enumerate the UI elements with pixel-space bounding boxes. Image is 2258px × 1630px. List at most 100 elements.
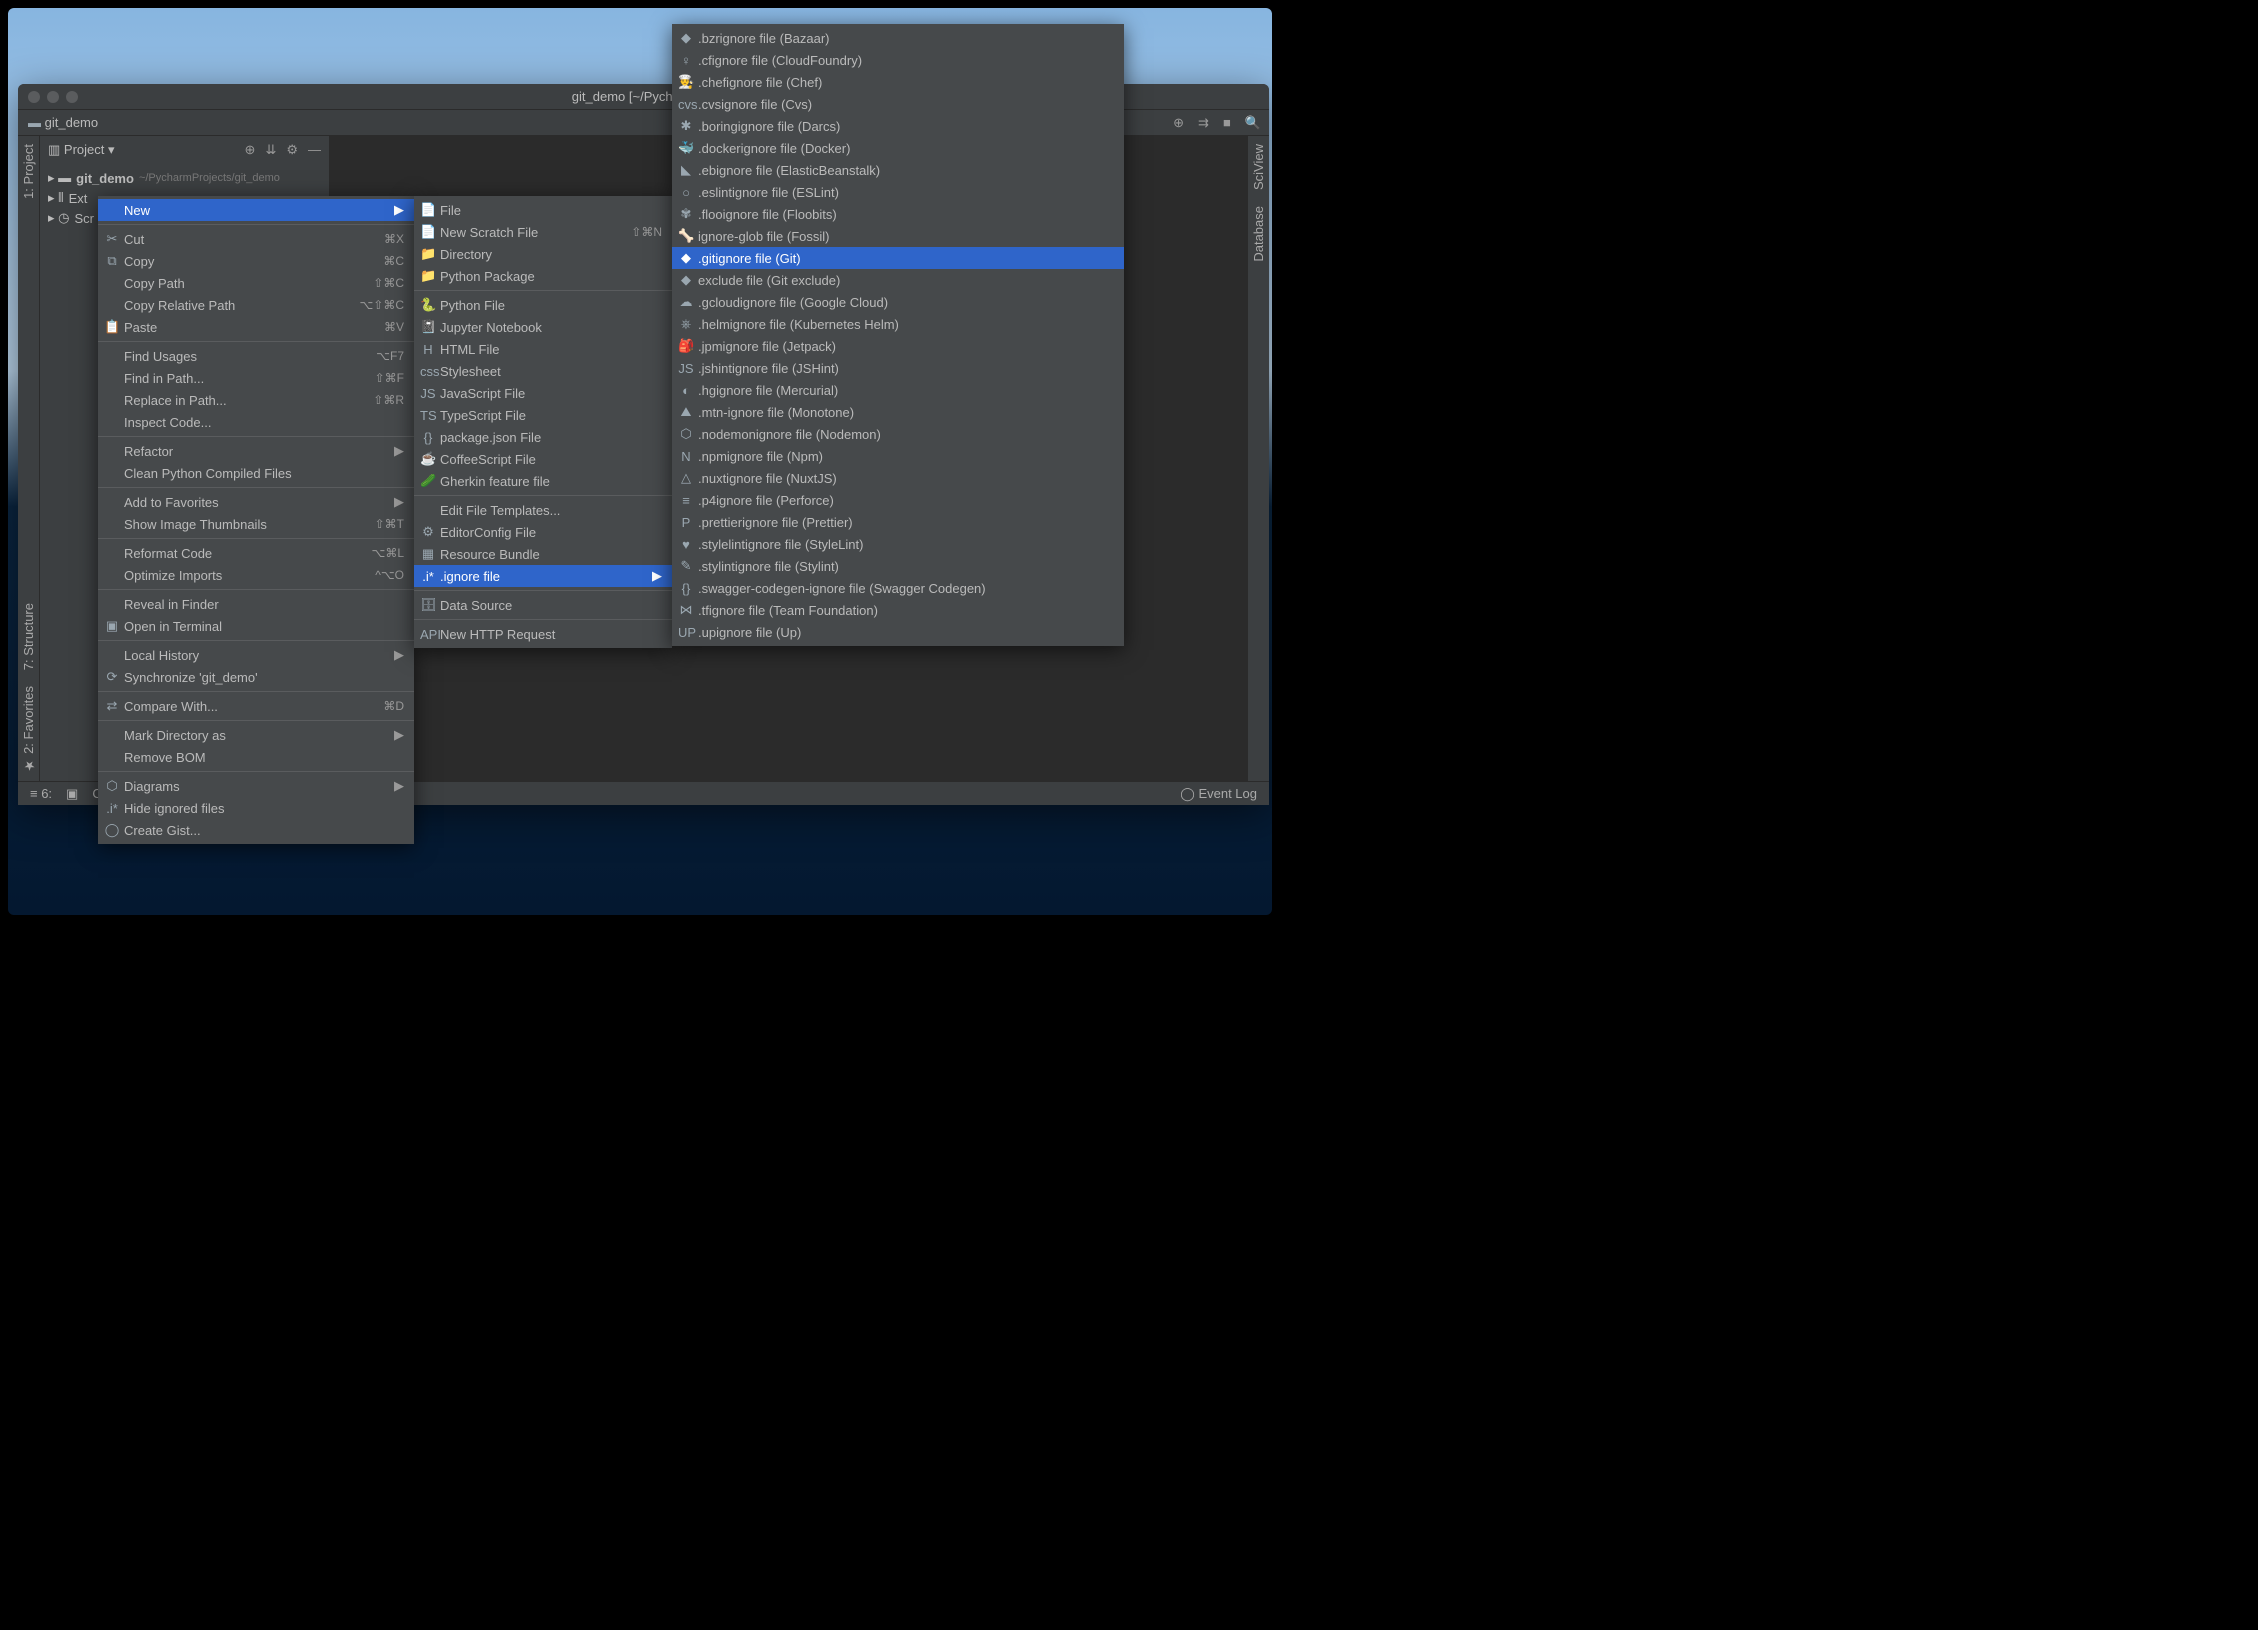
tool-structure[interactable]: 7: Structure [21,595,36,678]
tool-favorites[interactable]: ★ 2: Favorites [21,678,36,781]
tool-sciview[interactable]: SciView [1251,136,1266,198]
context-item[interactable]: Local History▶ [98,644,414,666]
context-item[interactable]: Optimize Imports^⌥O [98,564,414,586]
new-item[interactable]: TSTypeScript File [414,404,672,426]
new-item[interactable]: ☕CoffeeScript File [414,448,672,470]
new-item[interactable]: 🗄Data Source [414,594,672,616]
ignore-item[interactable]: ⬡.nodemonignore file (Nodemon) [672,423,1124,445]
menu-label: .cvsignore file (Cvs) [698,97,812,112]
new-item[interactable]: Edit File Templates... [414,499,672,521]
close-window-icon[interactable] [28,91,40,103]
ignore-item[interactable]: 👨‍🍳.chefignore file (Chef) [672,71,1124,93]
new-item[interactable]: {}package.json File [414,426,672,448]
context-item[interactable]: Mark Directory as▶ [98,724,414,746]
ignore-item[interactable]: N.npmignore file (Npm) [672,445,1124,467]
context-item[interactable]: Inspect Code... [98,411,414,433]
context-item[interactable]: Copy Path⇧⌘C [98,272,414,294]
ignore-item[interactable]: ○.eslintignore file (ESLint) [672,181,1124,203]
tool-project[interactable]: 1: Project [21,136,36,207]
new-item[interactable]: JSJavaScript File [414,382,672,404]
ignore-item[interactable]: {}.swagger-codegen-ignore file (Swagger … [672,577,1124,599]
ignore-item[interactable]: ♀.cfignore file (CloudFoundry) [672,49,1124,71]
new-item[interactable]: ⚙EditorConfig File [414,521,672,543]
ignore-item[interactable]: ≡.p4ignore file (Perforce) [672,489,1124,511]
ignore-item[interactable]: △.nuxtignore file (NuxtJS) [672,467,1124,489]
collapse-icon[interactable]: ⇊ [265,142,276,158]
new-item[interactable]: ▦Resource Bundle [414,543,672,565]
context-item[interactable]: 📋Paste⌘V [98,316,414,338]
context-item[interactable]: ⧉Copy⌘C [98,250,414,272]
menu-icon: ⟳ [104,669,120,685]
run-icon[interactable]: ⇉ [1198,115,1209,131]
context-item[interactable]: Refactor▶ [98,440,414,462]
ignore-item[interactable]: ⎈.helmignore file (Kubernetes Helm) [672,313,1124,335]
tree-root[interactable]: ▸ ▬ git_demo ~/PycharmProjects/git_demo [40,168,329,188]
ignore-item[interactable]: ♥.stylelintignore file (StyleLint) [672,533,1124,555]
context-item[interactable]: Remove BOM [98,746,414,768]
ignore-item[interactable]: ◣.ebignore file (ElasticBeanstalk) [672,159,1124,181]
context-item[interactable]: Show Image Thumbnails⇧⌘T [98,513,414,535]
status-todo[interactable]: ≡ 6: [30,786,52,801]
context-item[interactable]: New▶ [98,199,414,221]
ignore-item[interactable]: ◆.bzrignore file (Bazaar) [672,27,1124,49]
panel-title[interactable]: ▥ Project ▾ [48,142,115,158]
chevron-right-icon: ▶ [374,727,404,743]
context-item[interactable]: ◯Create Gist... [98,819,414,841]
context-item[interactable]: ⇄Compare With...⌘D [98,695,414,717]
new-item[interactable]: 🐍Python File [414,294,672,316]
new-item[interactable]: .i*.ignore file▶ [414,565,672,587]
search-icon[interactable]: 🔍 [1245,115,1261,131]
ignore-item[interactable]: cvs.cvsignore file (Cvs) [672,93,1124,115]
status-terminal[interactable]: ▣ [66,786,78,802]
minimize-window-icon[interactable] [47,91,59,103]
new-item[interactable]: 📄File [414,199,672,221]
context-item[interactable]: ⟳Synchronize 'git_demo' [98,666,414,688]
ignore-item[interactable]: ◆.gitignore file (Git) [672,247,1124,269]
breadcrumb-item[interactable]: git_demo [45,115,98,130]
event-log[interactable]: ◯ Event Log [1180,786,1257,802]
new-item[interactable]: 🥒Gherkin feature file [414,470,672,492]
new-item[interactable]: 📄New Scratch File⇧⌘N [414,221,672,243]
context-item[interactable]: Clean Python Compiled Files [98,462,414,484]
menu-icon: ◆ [678,272,694,288]
ignore-item[interactable]: UP.upignore file (Up) [672,621,1124,643]
new-item[interactable]: cssStylesheet [414,360,672,382]
new-item[interactable]: 📁Python Package [414,265,672,287]
ignore-item[interactable]: P.prettierignore file (Prettier) [672,511,1124,533]
menu-icon: N [678,449,694,464]
tool-database[interactable]: Database [1251,198,1266,270]
stop-icon[interactable]: ■ [1223,115,1231,131]
ignore-item[interactable]: ◆exclude file (Git exclude) [672,269,1124,291]
context-item[interactable]: Reformat Code⌥⌘L [98,542,414,564]
ignore-item[interactable]: 🦴ignore-glob file (Fossil) [672,225,1124,247]
minimize-icon[interactable]: — [308,142,321,158]
ignore-item[interactable]: ◐.hgignore file (Mercurial) [672,379,1124,401]
context-item[interactable]: ⬡Diagrams▶ [98,775,414,797]
context-item[interactable]: ✂Cut⌘X [98,228,414,250]
build-icon[interactable]: ⊕ [1173,115,1184,131]
ignore-item[interactable]: ✱.boringignore file (Darcs) [672,115,1124,137]
context-item[interactable]: Copy Relative Path⌥⇧⌘C [98,294,414,316]
context-item[interactable]: ▣Open in Terminal [98,615,414,637]
ignore-item[interactable]: ☁.gcloudignore file (Google Cloud) [672,291,1124,313]
ignore-item[interactable]: ✾.flooignore file (Floobits) [672,203,1124,225]
gear-icon[interactable]: ⚙ [286,142,298,158]
context-item[interactable]: Reveal in Finder [98,593,414,615]
new-item[interactable]: HHTML File [414,338,672,360]
context-item[interactable]: .i*Hide ignored files [98,797,414,819]
ignore-item[interactable]: ⛰.mtn-ignore file (Monotone) [672,401,1124,423]
ignore-item[interactable]: 🎒.jpmignore file (Jetpack) [672,335,1124,357]
new-item[interactable]: 📓Jupyter Notebook [414,316,672,338]
zoom-window-icon[interactable] [66,91,78,103]
new-item[interactable]: 📁Directory [414,243,672,265]
context-item[interactable]: Replace in Path...⇧⌘R [98,389,414,411]
ignore-item[interactable]: 🐳.dockerignore file (Docker) [672,137,1124,159]
ignore-item[interactable]: JS.jshintignore file (JSHint) [672,357,1124,379]
context-item[interactable]: Find Usages⌥F7 [98,345,414,367]
ignore-item[interactable]: ⋈.tfignore file (Team Foundation) [672,599,1124,621]
context-item[interactable]: Add to Favorites▶ [98,491,414,513]
context-item[interactable]: Find in Path...⇧⌘F [98,367,414,389]
new-item[interactable]: APINew HTTP Request [414,623,672,645]
target-icon[interactable]: ⊕ [245,142,256,158]
ignore-item[interactable]: ✎.stylintignore file (Stylint) [672,555,1124,577]
